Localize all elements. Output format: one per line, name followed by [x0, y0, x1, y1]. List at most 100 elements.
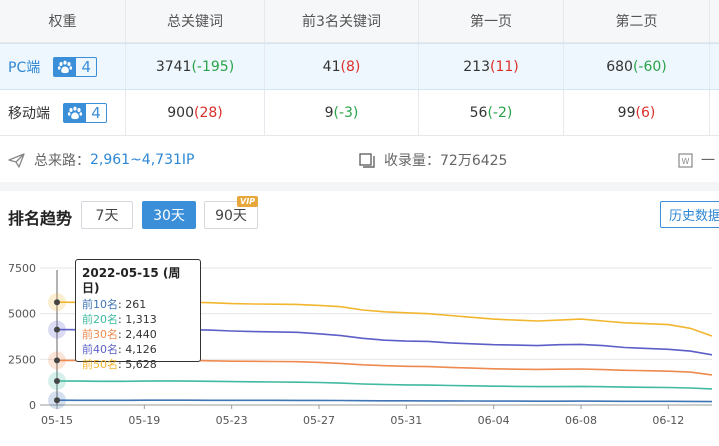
total-keywords-cell: 900 (28) [126, 90, 265, 135]
section-divider [0, 182, 719, 191]
third-label: 一 [701, 153, 715, 169]
header-total-keywords: 总关键词 [126, 0, 265, 42]
tooltip-line: 前20名: 1,313 [82, 312, 194, 327]
y-tick-label: 2500 [8, 353, 36, 366]
page1-delta: (11) [489, 58, 519, 75]
hover-marker [54, 397, 60, 404]
tooltip-value: : 261 [118, 298, 147, 311]
platform-label: 移动端 [8, 105, 50, 122]
x-tick-label: 05-31 [390, 414, 422, 427]
top3-cell: 9 (-3) [265, 90, 419, 135]
y-tick-label: 7500 [8, 262, 36, 275]
hover-marker [54, 357, 60, 364]
baidu-weight-badge[interactable]: 4 [63, 102, 107, 123]
tooltip-value: : 1,313 [118, 313, 157, 326]
tooltip-value: : 2,440 [118, 328, 157, 341]
table-row-mobile: 移动端 4 900 (28) 9 (-3) 56 (-2) 99 (6) [0, 90, 719, 136]
tooltip-date: 2022-05-15 (周日) [82, 266, 181, 295]
hover-marker [54, 378, 60, 385]
table-row-pc: PC端 4 3741 (-195) 41 (8) 213 (11) 680 (-60) [0, 43, 719, 90]
index-label: 收录量： [384, 153, 440, 169]
header-weight: 权重 [0, 0, 126, 42]
history-data-button[interactable]: 历史数据 [660, 201, 719, 228]
page1-cell: 56 (-2) [419, 90, 564, 135]
tooltip-value: : 5,628 [118, 358, 157, 371]
header-page1: 第一页 [419, 0, 564, 42]
hover-marker [54, 326, 60, 333]
total-value: 3741 [155, 58, 192, 75]
word-doc-icon: W [678, 152, 693, 168]
index-info: 收录量： 72万6425 [359, 150, 507, 170]
x-tick-label: 05-23 [216, 414, 248, 427]
overflow-cell [710, 90, 719, 135]
platform-label: PC端 [8, 59, 41, 76]
top3-value: 9 [324, 104, 334, 121]
top3-delta: (8) [340, 58, 361, 75]
x-tick-label: 05-15 [41, 414, 73, 427]
third-info: W 一 [678, 150, 715, 170]
top3-cell: 41 (8) [265, 44, 419, 89]
tooltip-line: 前10名: 261 [82, 297, 194, 312]
x-tick-label: 05-27 [303, 414, 335, 427]
weight-value: 4 [81, 57, 91, 76]
top3-delta: (-3) [333, 104, 359, 121]
site-info-bar: 总来路： 2,961~4,731IP 收录量： 72万6425 W 一 [0, 136, 719, 182]
tooltip-line: 前30名: 2,440 [82, 327, 194, 342]
platform-cell: PC端 4 [0, 44, 126, 89]
series-line [56, 399, 713, 403]
tooltip-label: 前10名 [82, 298, 118, 311]
traffic-info: 总来路： 2,961~4,731IP [8, 150, 194, 170]
tooltip-label: 前40名 [82, 343, 118, 356]
tooltip-value: : 4,126 [118, 343, 157, 356]
trend-title: 排名趋势 [8, 209, 73, 228]
weight-value: 4 [91, 103, 101, 122]
y-tick-label: 0 [29, 399, 36, 412]
platform-cell: 移动端 4 [0, 90, 126, 135]
tooltip-label: 前20名 [82, 313, 118, 326]
total-keywords-cell: 3741 (-195) [126, 44, 265, 89]
total-value: 900 [167, 104, 194, 121]
vip-badge: VIP [237, 196, 259, 207]
overflow-cell [710, 44, 719, 89]
table-header-row: 权重 总关键词 前3名关键词 第一页 第二页 [0, 0, 719, 43]
page1-value: 56 [469, 104, 488, 121]
page1-value: 213 [463, 58, 490, 75]
baidu-paw-icon [64, 103, 86, 122]
svg-text:W: W [682, 157, 690, 166]
total-delta: (-195) [191, 58, 235, 75]
x-tick-label: 05-19 [128, 414, 160, 427]
header-top3-keywords: 前3名关键词 [265, 0, 419, 42]
page2-value: 680 [606, 58, 633, 75]
header-overflow [710, 0, 719, 42]
x-tick-label: 06-08 [565, 414, 597, 427]
range-30d-button[interactable]: 30天 [142, 201, 196, 229]
traffic-label: 总来路： [34, 153, 90, 169]
top3-value: 41 [322, 58, 341, 75]
page2-cell: 680 (-60) [564, 44, 710, 89]
tooltip-label: 前50名 [82, 358, 118, 371]
header-page2: 第二页 [564, 0, 710, 42]
page2-delta: (-60) [632, 58, 667, 75]
page1-delta: (-2) [487, 104, 513, 121]
x-tick-label: 06-12 [652, 414, 684, 427]
range-7d-button[interactable]: 7天 [81, 201, 133, 229]
baidu-weight-badge[interactable]: 4 [53, 56, 98, 77]
tooltip-line: 前50名: 5,628 [82, 357, 194, 372]
page2-delta: (6) [635, 104, 656, 121]
hover-marker [54, 299, 60, 306]
index-value: 72万6425 [440, 153, 508, 169]
page1-cell: 213 (11) [419, 44, 564, 89]
page2-value: 99 [617, 104, 636, 121]
total-delta: (28) [193, 104, 223, 121]
tooltip-line: 前40名: 4,126 [82, 342, 194, 357]
x-tick-label: 06-04 [478, 414, 510, 427]
tooltip-items: 前10名: 261 前20名: 1,313 前30名: 2,440 前40名: 4,1… [82, 297, 194, 372]
y-tick-label: 5000 [8, 308, 36, 321]
baidu-paw-icon [54, 57, 77, 76]
series-line [56, 380, 713, 390]
chart-tooltip: 2022-05-15 (周日) 前10名: 261 前20名: 1,313 前30名… [75, 259, 201, 371]
page2-cell: 99 (6) [564, 90, 710, 135]
send-icon [8, 152, 25, 168]
tooltip-label: 前30名 [82, 328, 118, 341]
traffic-value[interactable]: 2,961~4,731IP [90, 152, 194, 168]
